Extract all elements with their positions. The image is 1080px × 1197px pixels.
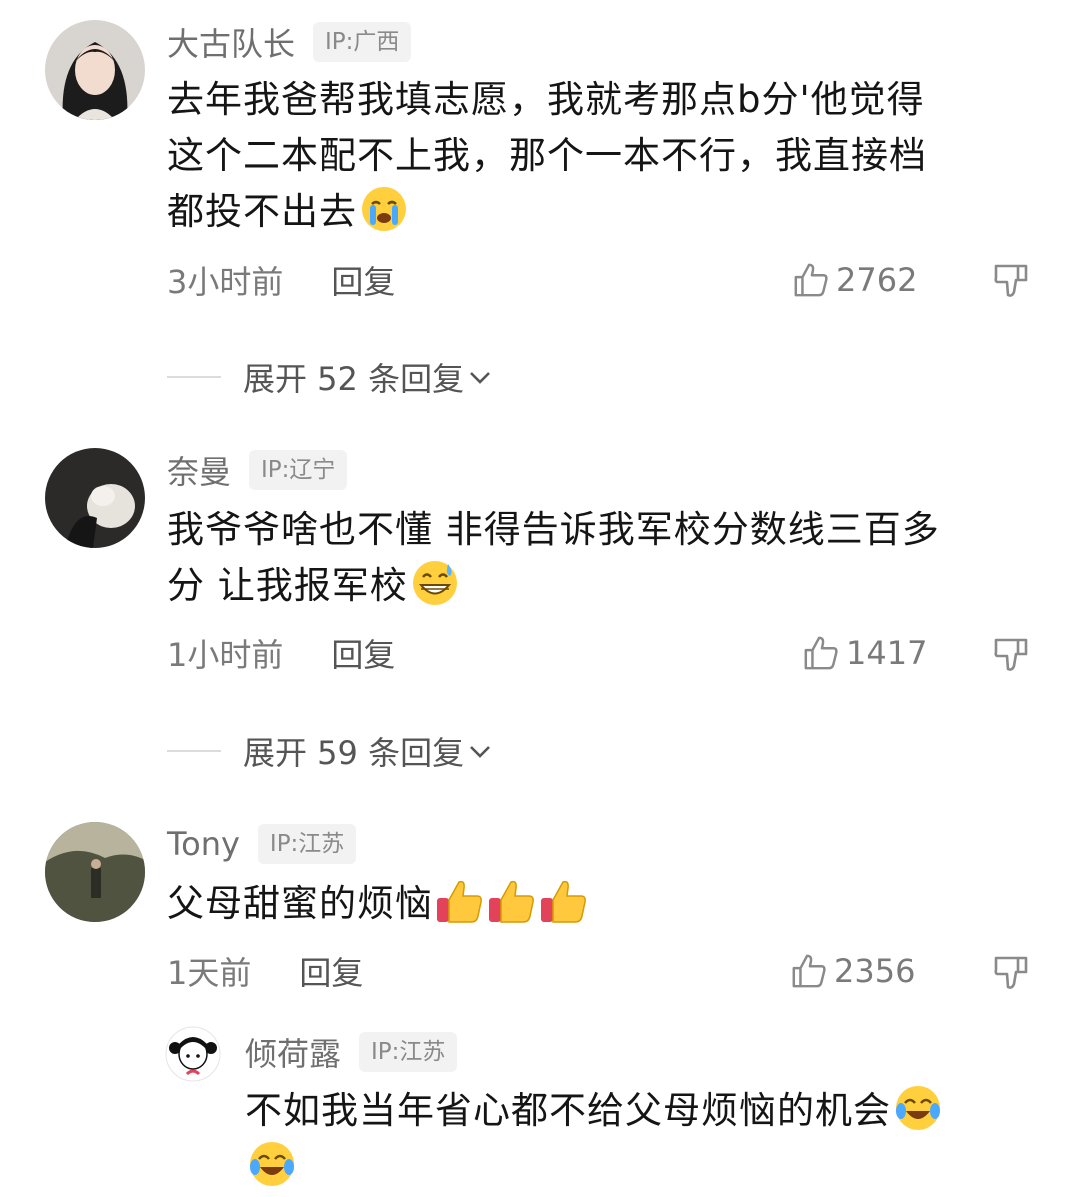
like-button[interactable]: 1417 [802,628,927,678]
comment-text: 去年我爸帮我填志愿，我就考那点b分'他觉得 这个二本配不上我，那个一本不行，我直… [167,78,927,234]
comment-text: 我爷爷啥也不懂 非得告诉我军校分数线三百多 分 让我报军校 [167,508,940,608]
chevron-down-icon [470,372,490,384]
divider [167,376,221,378]
like-count: 2762 [836,261,918,299]
comment-time: 1小时前 [167,636,284,674]
expand-replies-button[interactable]: 展开 59 条回复 [167,726,494,776]
comment-text: 父母甜蜜的烦恼 [167,876,1047,932]
tears-of-joy-emoji-icon [893,1083,943,1133]
ip-badge: IP:辽宁 [249,450,348,490]
divider [167,750,221,752]
ip-badge: IP:江苏 [359,1032,458,1072]
ip-badge: IP:广西 [313,22,412,62]
loudly-crying-emoji-icon [359,184,409,234]
username[interactable]: Tony [167,825,240,863]
dislike-button[interactable] [992,260,1032,300]
like-button[interactable]: 2356 [790,946,915,996]
tears-of-joy-emoji-icon [247,1139,297,1189]
comment-time: 1天前 [167,954,252,992]
like-count: 2356 [834,952,916,990]
avatar[interactable] [45,20,145,120]
thumb-up-icon [792,954,826,988]
like-count: 1417 [846,634,928,672]
comment-time: 3小时前 [167,263,284,301]
chevron-down-icon [470,746,490,758]
thumb-up-icon [794,263,828,297]
like-button[interactable]: 2762 [792,255,917,305]
thumb-down-icon [994,956,1028,989]
avatar[interactable] [45,822,145,922]
reply-text: 不如我当年省心都不给父母烦恼的机会 [245,1083,1045,1195]
grinning-sweat-emoji-icon [410,558,460,608]
username[interactable]: 奈曼 [167,447,231,493]
avatar[interactable] [45,448,145,548]
username[interactable]: 倾荷露 [245,1029,341,1075]
thumbs-up-emoji-icon [487,876,537,926]
reply-button[interactable]: 回复 [331,630,395,676]
thumb-up-icon [804,636,838,670]
thumbs-up-emoji-icon [435,876,485,926]
thumbs-up-emoji-icon [539,876,589,926]
thumb-down-icon [994,264,1028,297]
ip-badge: IP:江苏 [257,824,357,864]
reply-button[interactable]: 回复 [331,257,395,303]
username[interactable]: 大古队长 [167,19,295,65]
dislike-button[interactable] [992,952,1032,992]
expand-replies-button[interactable]: 展开 52 条回复 [167,352,494,402]
avatar[interactable] [165,1026,221,1082]
thumb-down-icon [994,638,1028,671]
reply-button[interactable]: 回复 [299,948,363,994]
dislike-button[interactable] [992,634,1032,674]
